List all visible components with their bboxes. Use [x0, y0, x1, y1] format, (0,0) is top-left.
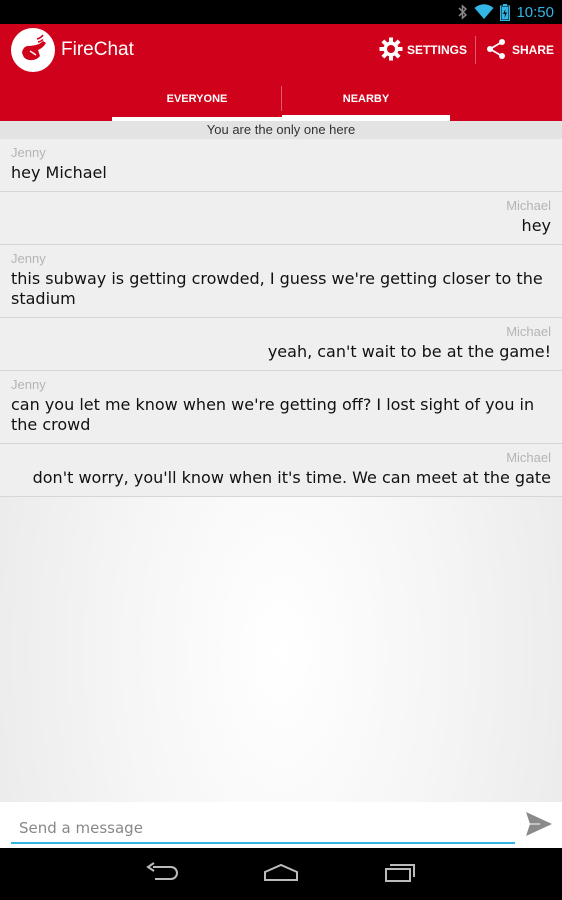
message-item[interactable]: Michael don't worry, you'll know when it… — [0, 444, 562, 497]
message-text: don't worry, you'll know when it's time.… — [32, 468, 551, 487]
back-icon — [145, 862, 179, 886]
composer-bar — [0, 802, 562, 848]
wifi-icon — [474, 4, 494, 20]
message-item[interactable]: Jenny hey Michael — [0, 139, 562, 192]
presence-notice: You are the only one here — [0, 121, 562, 139]
message-item[interactable]: Michael yeah, can't wait to be at the ga… — [0, 318, 562, 371]
message-author: Jenny — [11, 377, 46, 392]
app-logo-icon[interactable] — [11, 28, 55, 72]
recents-button[interactable] — [371, 860, 431, 888]
chat-area[interactable]: You are the only one here Jenny hey Mich… — [0, 121, 562, 802]
home-icon — [263, 862, 299, 886]
battery-icon — [500, 3, 511, 21]
share-button[interactable]: SHARE — [476, 24, 562, 76]
message-author: Jenny — [11, 251, 46, 266]
gear-icon — [379, 37, 407, 64]
app-title: FireChat — [61, 39, 134, 60]
message-input[interactable] — [11, 808, 515, 844]
status-time: 10:50 — [516, 3, 554, 21]
settings-label: SETTINGS — [406, 43, 467, 57]
share-label: SHARE — [511, 43, 554, 57]
message-author: Michael — [506, 450, 551, 465]
share-icon — [484, 37, 512, 64]
action-bar: FireChat SETTINGS SHARE — [0, 24, 562, 76]
message-text: this subway is getting crowded, I guess … — [11, 269, 543, 308]
message-text: can you let me know when we're getting o… — [11, 395, 535, 434]
message-author: Jenny — [11, 145, 46, 160]
message-item[interactable]: Jenny can you let me know when we're get… — [0, 371, 562, 444]
tab-bar: EVERYONE NEARBY — [0, 76, 562, 121]
navigation-bar — [0, 848, 562, 900]
tab-everyone[interactable]: EVERYONE — [112, 76, 282, 121]
message-text: yeah, can't wait to be at the game! — [267, 342, 551, 361]
message-author: Michael — [506, 198, 551, 213]
send-icon — [525, 811, 553, 841]
settings-button[interactable]: SETTINGS — [371, 24, 475, 76]
message-item[interactable]: Jenny this subway is getting crowded, I … — [0, 245, 562, 318]
home-button[interactable] — [251, 860, 311, 888]
recents-icon — [384, 861, 418, 887]
send-button[interactable] — [523, 810, 555, 842]
bluetooth-icon — [458, 4, 468, 20]
message-item[interactable]: Michael hey — [0, 192, 562, 245]
status-bar: 10:50 — [0, 0, 562, 24]
message-text: hey Michael — [11, 163, 107, 182]
message-text: hey — [521, 216, 551, 235]
message-author: Michael — [506, 324, 551, 339]
back-button[interactable] — [132, 860, 192, 888]
